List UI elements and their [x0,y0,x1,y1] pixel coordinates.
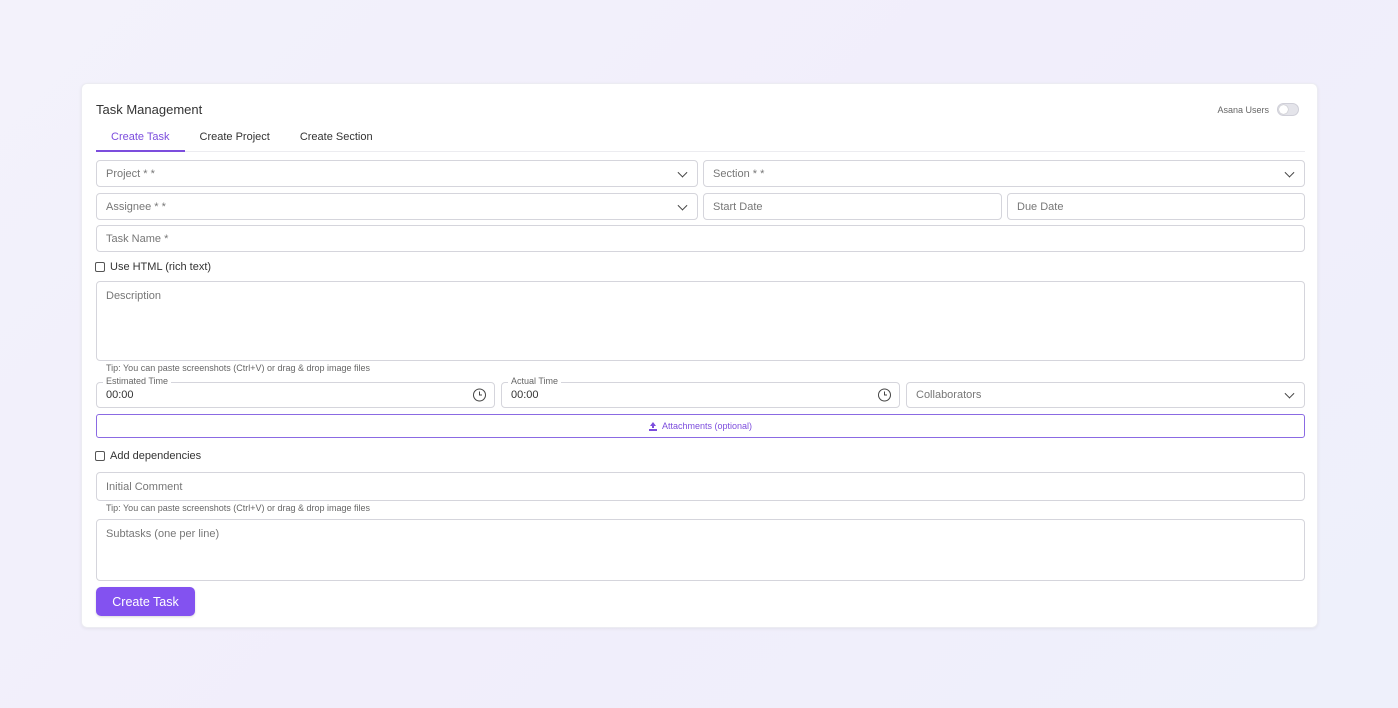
due-date-placeholder: Due Date [1017,200,1064,213]
project-select[interactable]: Project * * [96,160,698,187]
assignee-select-placeholder: Assignee * * [106,200,166,213]
upload-icon [648,421,657,431]
add-dependencies-row: Add dependencies [95,450,201,462]
task-name-placeholder: Task Name * [106,232,169,245]
estimated-time-label: Estimated Time [103,376,172,386]
asana-users-label: Asana Users [1217,104,1269,115]
actual-time-label: Actual Time [508,376,562,386]
chevron-down-icon [677,167,688,178]
tab-bar: Create Task Create Project Create Sectio… [96,126,1305,152]
asana-users-toggle-group: Asana Users [1217,103,1299,116]
description-textarea[interactable]: Description [96,281,1305,361]
clock-icon[interactable] [473,388,486,402]
attachments-button[interactable]: Attachments (optional) [96,414,1305,438]
tab-create-task[interactable]: Create Task [96,126,185,152]
start-date-input[interactable]: Start Date [703,193,1002,220]
actual-time-input[interactable]: Actual Time 00:00 [501,376,900,408]
initial-comment-input[interactable]: Initial Comment [96,472,1305,501]
initial-comment-placeholder: Initial Comment [106,480,183,493]
use-html-checkbox[interactable] [95,262,105,272]
clock-icon[interactable] [878,388,891,402]
create-task-button[interactable]: Create Task [96,587,195,616]
estimated-time-value: 00:00 [106,389,134,401]
collaborators-placeholder: Collaborators [916,389,982,401]
chevron-down-icon [1284,167,1295,178]
asana-users-toggle[interactable] [1277,103,1299,116]
start-date-placeholder: Start Date [713,200,763,213]
section-select[interactable]: Section * * [703,160,1305,187]
attachments-label: Attachments (optional) [661,421,753,431]
paste-tip: Tip: You can paste screenshots (Ctrl+V) … [106,363,371,373]
collaborators-select[interactable]: Collaborators [906,382,1305,408]
actual-time-value: 00:00 [511,389,539,401]
tab-create-section[interactable]: Create Section [285,126,388,152]
chevron-down-icon [677,200,688,211]
page-title: Task Management [96,102,203,117]
estimated-time-input[interactable]: Estimated Time 00:00 [96,376,495,408]
chevron-down-icon [1284,388,1295,399]
task-management-card: Task Management Asana Users Create Task … [81,83,1318,628]
subtasks-textarea[interactable]: Subtasks (one per line) [96,519,1305,581]
use-html-label: Use HTML (rich text) [110,261,212,273]
use-html-row: Use HTML (rich text) [95,261,211,273]
project-select-placeholder: Project * * [106,167,155,180]
section-select-placeholder: Section * * [713,167,765,180]
add-dependencies-label: Add dependencies [110,450,202,462]
description-placeholder: Description [106,290,162,302]
assignee-select[interactable]: Assignee * * [96,193,698,220]
paste-tip: Tip: You can paste screenshots (Ctrl+V) … [106,503,371,513]
due-date-input[interactable]: Due Date [1007,193,1305,220]
task-name-input[interactable]: Task Name * [96,225,1305,252]
add-dependencies-checkbox[interactable] [95,451,105,461]
tab-create-project[interactable]: Create Project [185,126,285,152]
subtasks-placeholder: Subtasks (one per line) [106,528,220,540]
